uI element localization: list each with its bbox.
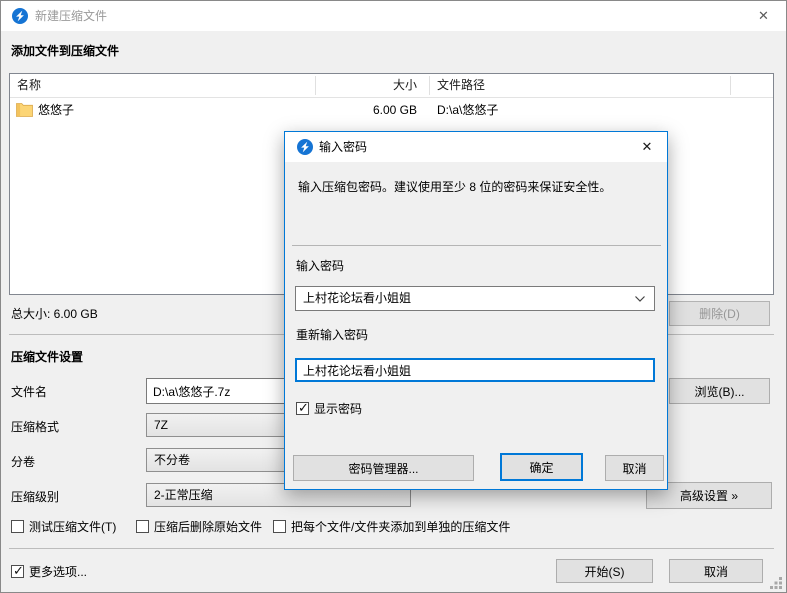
format-label: 压缩格式 xyxy=(11,420,59,434)
table-row[interactable]: 悠悠子 6.00 GB D:\a\悠悠子 xyxy=(10,98,773,122)
file-name: 悠悠子 xyxy=(38,98,74,122)
test-archive-checkbox[interactable]: 测试压缩文件(T) xyxy=(11,518,116,535)
password-manager-button[interactable]: 密码管理器... xyxy=(293,455,474,481)
show-password-label: 显示密码 xyxy=(314,400,362,417)
volume-label: 分卷 xyxy=(11,455,35,469)
total-size-label: 总大小: 6.00 GB xyxy=(11,307,98,321)
dialog-cancel-button[interactable]: 取消 xyxy=(605,455,664,481)
column-header-size[interactable]: 大小 xyxy=(323,74,417,97)
start-button[interactable]: 开始(S) xyxy=(556,559,653,583)
more-options-checkbox[interactable]: ✓ 更多选项... xyxy=(11,563,87,580)
more-options-label: 更多选项... xyxy=(29,563,87,580)
dialog-title-bar: 输入密码 ✕ xyxy=(285,132,667,162)
confirm-password-label: 重新输入密码 xyxy=(296,328,368,342)
password-value: 上村花论坛看小姐姐 xyxy=(303,287,411,310)
level-label: 压缩级别 xyxy=(11,490,59,504)
separate-archives-checkbox[interactable]: 把每个文件/文件夹添加到单独的压缩文件 xyxy=(273,518,510,535)
check-icon: ✓ xyxy=(13,563,24,578)
show-password-checkbox[interactable]: ✓ 显示密码 xyxy=(296,400,362,417)
confirm-password-input[interactable] xyxy=(295,358,655,382)
close-icon[interactable]: ✕ xyxy=(741,1,786,31)
file-size: 6.00 GB xyxy=(323,98,417,122)
checkbox-unchecked[interactable] xyxy=(11,520,24,533)
column-separator[interactable] xyxy=(429,76,430,95)
chevron-down-icon[interactable] xyxy=(635,296,645,302)
column-separator[interactable] xyxy=(315,76,316,95)
filename-label: 文件名 xyxy=(11,385,47,399)
dialog-close-icon[interactable]: ✕ xyxy=(627,132,667,162)
divider xyxy=(292,245,661,246)
folder-icon xyxy=(16,102,33,117)
test-archive-label: 测试压缩文件(T) xyxy=(29,518,116,535)
divider xyxy=(9,548,774,549)
resize-grip[interactable] xyxy=(770,577,782,589)
bandizip-logo-icon xyxy=(12,8,28,24)
cancel-button[interactable]: 取消 xyxy=(669,559,763,583)
dialog-title: 输入密码 xyxy=(319,132,367,162)
column-header-path[interactable]: 文件路径 xyxy=(437,74,485,97)
ok-button[interactable]: 确定 xyxy=(500,453,583,481)
check-icon: ✓ xyxy=(298,400,309,415)
delete-after-label: 压缩后删除原始文件 xyxy=(154,518,262,535)
delete-button[interactable]: 删除(D) xyxy=(669,301,770,326)
new-archive-window: 新建压缩文件 ✕ 添加文件到压缩文件 名称 大小 文件路径 悠悠子 6.00 G… xyxy=(0,0,787,593)
password-combobox[interactable]: 上村花论坛看小姐姐 xyxy=(295,286,655,311)
delete-after-checkbox[interactable]: 压缩后删除原始文件 xyxy=(136,518,262,535)
separate-archives-label: 把每个文件/文件夹添加到单独的压缩文件 xyxy=(291,518,510,535)
browse-button[interactable]: 浏览(B)... xyxy=(669,378,770,404)
checkbox-unchecked[interactable] xyxy=(136,520,149,533)
password-label: 输入密码 xyxy=(296,259,344,273)
section-archive-settings: 压缩文件设置 xyxy=(11,348,83,365)
title-bar: 新建压缩文件 ✕ xyxy=(1,1,786,31)
checkbox-checked[interactable]: ✓ xyxy=(296,402,309,415)
column-separator[interactable] xyxy=(730,76,731,95)
window-title: 新建压缩文件 xyxy=(35,1,107,31)
checkbox-checked[interactable]: ✓ xyxy=(11,565,24,578)
enter-password-dialog: 输入密码 ✕ 输入压缩包密码。建议使用至少 8 位的密码来保证安全性。 输入密码… xyxy=(284,131,668,490)
checkbox-unchecked[interactable] xyxy=(273,520,286,533)
bandizip-logo-icon xyxy=(297,139,313,155)
file-path: D:\a\悠悠子 xyxy=(437,98,498,122)
file-list-header: 名称 大小 文件路径 xyxy=(10,74,773,98)
column-header-name[interactable]: 名称 xyxy=(17,74,41,97)
password-instruction: 输入压缩包密码。建议使用至少 8 位的密码来保证安全性。 xyxy=(298,179,656,196)
section-add-files: 添加文件到压缩文件 xyxy=(11,42,119,59)
